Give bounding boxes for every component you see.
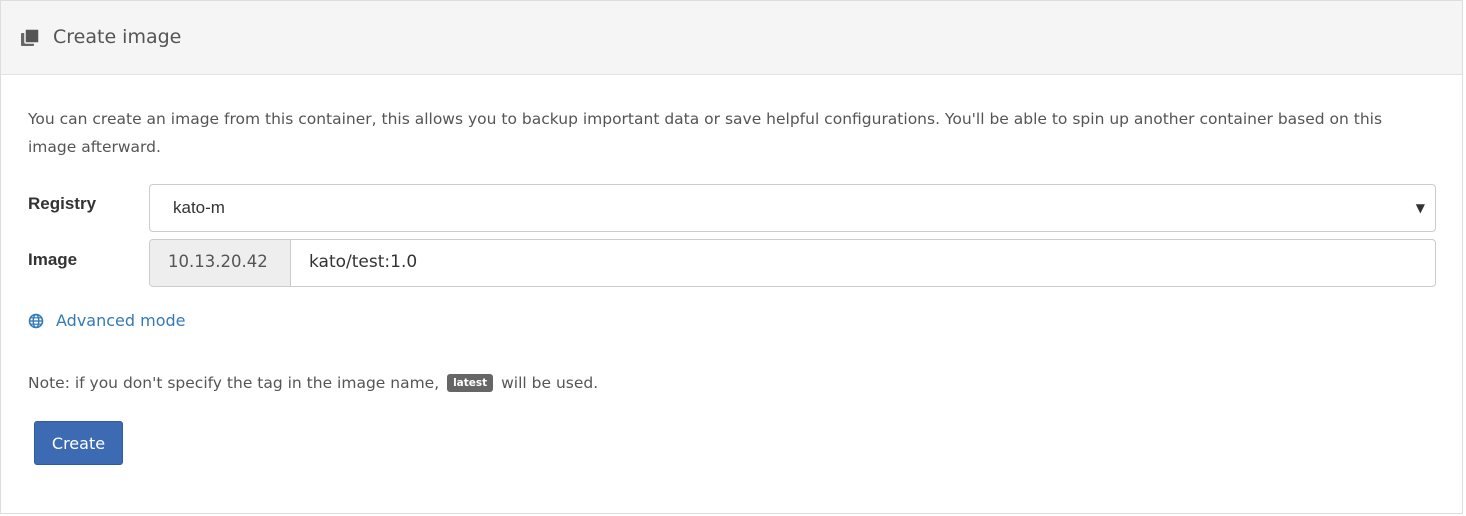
registry-prefix-text: 10.13.20.42	[168, 252, 268, 271]
page-title: Create image	[53, 26, 182, 48]
registry-selected-value: kato-m	[173, 198, 225, 217]
image-name-input[interactable]: kato/test:1.0	[309, 252, 417, 272]
panel-header: Create image	[1, 1, 1462, 75]
image-input-group: 10.13.20.42 kato/test:1.0	[149, 239, 1436, 287]
advanced-mode-label: Advanced mode	[56, 311, 186, 330]
latest-badge: latest	[447, 374, 494, 392]
registry-select[interactable]: kato-m ▼	[149, 184, 1436, 232]
note-after: will be used.	[501, 374, 599, 392]
image-label: Image	[28, 250, 78, 269]
globe-icon	[28, 313, 44, 329]
create-image-panel: Create image You can create an image fro…	[0, 0, 1463, 514]
note-before: Note: if you don't specify the tag in th…	[28, 374, 440, 392]
registry-label: Registry	[28, 194, 97, 213]
create-button[interactable]: Create	[34, 421, 123, 465]
caret-down-icon: ▼	[1415, 201, 1425, 215]
images-icon	[21, 28, 40, 46]
note-text: Note: if you don't specify the tag in th…	[28, 374, 598, 392]
image-registry-prefix: 10.13.20.42	[150, 240, 291, 286]
description-text: You can create an image from this contai…	[28, 110, 1383, 156]
